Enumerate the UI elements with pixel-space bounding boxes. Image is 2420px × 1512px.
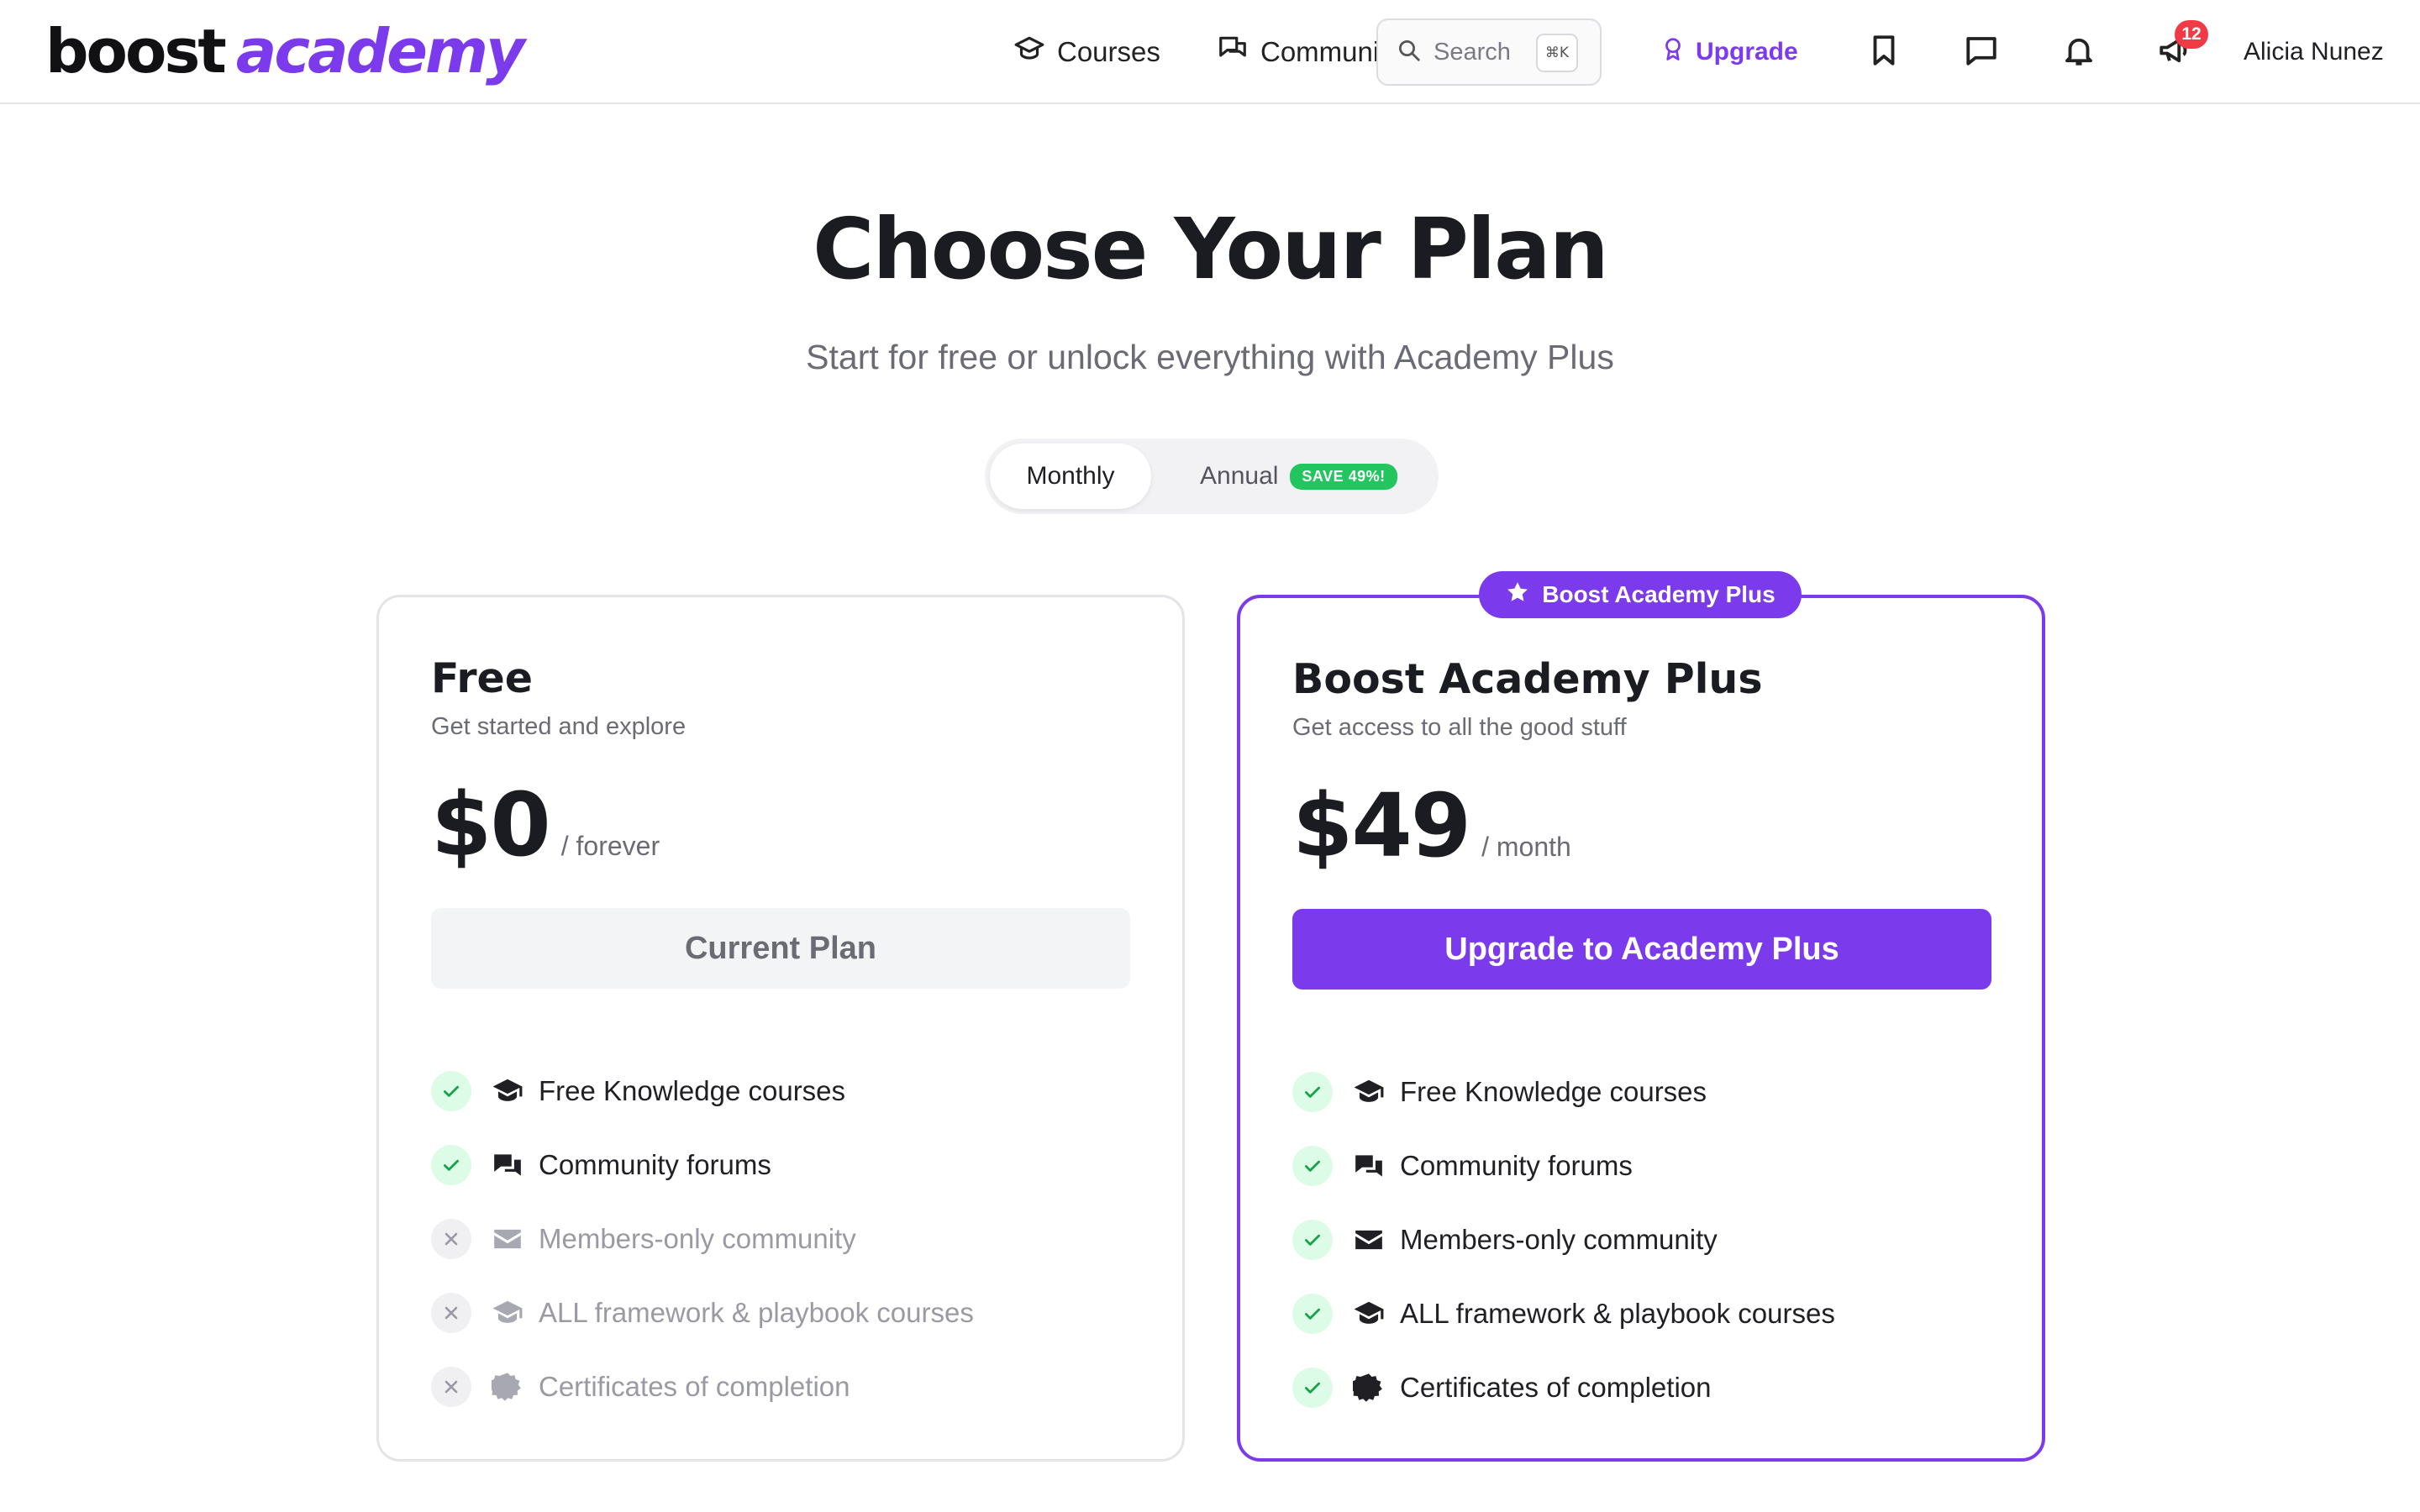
certificate-icon xyxy=(1351,1370,1386,1405)
feature-row: Community forums xyxy=(1292,1129,1998,1203)
billing-option-annual[interactable]: Annual SAVE 49%! xyxy=(1200,444,1397,509)
annual-label: Annual xyxy=(1200,462,1279,490)
plan-name: Free xyxy=(431,654,533,702)
x-icon xyxy=(431,1293,471,1333)
x-icon xyxy=(431,1219,471,1259)
feature-row: Members-only community xyxy=(431,1202,1137,1276)
logo-word-boost: boost xyxy=(45,16,227,87)
search-icon xyxy=(1397,38,1422,67)
upgrade-to-plus-button[interactable]: Upgrade to Academy Plus xyxy=(1292,909,1991,990)
feature-row: Free Knowledge courses xyxy=(431,1054,1137,1128)
monthly-label: Monthly xyxy=(990,444,1151,509)
feature-label: Members-only community xyxy=(1400,1224,1718,1255)
price-period: / month xyxy=(1481,832,1571,862)
messages-button[interactable] xyxy=(1956,27,2007,77)
price-amount: $0 xyxy=(431,774,551,876)
feature-label: ALL framework & playbook courses xyxy=(1400,1298,1835,1329)
price-period: / forever xyxy=(560,831,660,861)
feature-label: ALL framework & playbook courses xyxy=(539,1297,974,1328)
plan-name: Boost Academy Plus xyxy=(1292,655,1763,703)
free-plan-card: Free Get started and explore $0 / foreve… xyxy=(376,595,1185,1462)
x-icon xyxy=(431,1367,471,1407)
nav-community-link[interactable]: Community xyxy=(1217,25,1401,79)
upgrade-link[interactable]: Upgrade xyxy=(1660,25,1798,79)
search-shortcut-key: ⌘K xyxy=(1536,34,1578,72)
feature-label: Free Knowledge courses xyxy=(1400,1076,1707,1107)
check-icon xyxy=(1292,1146,1333,1186)
plan-price: $49 / month xyxy=(1292,774,1571,877)
page-subtitle: Start for free or unlock everything with… xyxy=(806,338,1614,376)
nav-courses-label: Courses xyxy=(1057,36,1160,67)
feature-row: ALL framework & playbook courses xyxy=(1292,1277,1998,1351)
plan-price: $0 / forever xyxy=(431,774,660,876)
feature-label: Certificates of completion xyxy=(1400,1372,1712,1403)
check-icon xyxy=(1292,1220,1333,1260)
feature-label: Free Knowledge courses xyxy=(539,1075,846,1106)
upgrade-label: Upgrade xyxy=(1696,38,1798,66)
notifications-button[interactable] xyxy=(2054,27,2104,77)
logo-word-academy: academy xyxy=(235,16,525,87)
graduation-cap-icon xyxy=(1351,1296,1386,1331)
plus-badge-label: Boost Academy Plus xyxy=(1542,581,1776,607)
certificate-icon xyxy=(490,1369,525,1404)
top-nav-bar: boost academy Courses Community Search ⌘… xyxy=(0,0,2420,104)
bell-icon xyxy=(2061,33,2096,72)
check-icon xyxy=(1292,1368,1333,1408)
notification-count-badge: 12 xyxy=(2175,20,2208,49)
feature-label: Community forums xyxy=(539,1149,771,1180)
star-icon xyxy=(1505,580,1530,611)
feature-row: Community forums xyxy=(431,1128,1137,1202)
plus-plan-badge: Boost Academy Plus xyxy=(1479,571,1802,618)
envelope-icon xyxy=(490,1221,525,1257)
graduation-cap-icon xyxy=(1351,1074,1386,1110)
check-icon xyxy=(431,1145,471,1185)
search-box[interactable]: Search ⌘K xyxy=(1376,18,1602,86)
graduation-cap-icon xyxy=(490,1074,525,1109)
current-plan-button[interactable]: Current Plan xyxy=(431,908,1130,989)
graduation-cap-icon xyxy=(490,1295,525,1331)
feature-row: Members-only community xyxy=(1292,1203,1998,1277)
bookmark-icon xyxy=(1866,33,1902,72)
check-icon xyxy=(1292,1072,1333,1112)
search-placeholder: Search xyxy=(1434,38,1511,66)
plan-tagline: Get started and explore xyxy=(431,713,687,740)
envelope-icon xyxy=(1351,1222,1386,1257)
feature-row: Certificates of completion xyxy=(1292,1351,1998,1425)
feature-row: Certificates of completion xyxy=(431,1350,1137,1424)
feature-list: Free Knowledge courses Community forums Me… xyxy=(431,1054,1137,1424)
feature-list: Free Knowledge courses Community forums Me… xyxy=(1292,1055,1998,1425)
award-icon xyxy=(1660,36,1686,68)
page-title: Choose Your Plan xyxy=(813,200,1609,298)
feature-label: Community forums xyxy=(1400,1150,1633,1181)
feature-row: Free Knowledge courses xyxy=(1292,1055,1998,1129)
chat-bubbles-icon xyxy=(490,1147,525,1183)
chat-bubbles-icon xyxy=(1217,33,1249,71)
chat-bubbles-icon xyxy=(1351,1148,1386,1184)
feature-label: Certificates of completion xyxy=(539,1371,850,1402)
plan-tagline: Get access to all the good stuff xyxy=(1292,714,1627,741)
boost-academy-logo[interactable]: boost academy xyxy=(45,5,525,97)
feature-label: Members-only community xyxy=(539,1223,856,1254)
message-icon xyxy=(1964,33,1999,72)
feature-row: ALL framework & playbook courses xyxy=(431,1276,1137,1350)
check-icon xyxy=(1292,1294,1333,1334)
plus-plan-card: Boost Academy Plus Get access to all the… xyxy=(1237,595,2045,1462)
billing-period-toggle: Monthly Annual SAVE 49%! xyxy=(985,438,1439,514)
user-menu[interactable]: Alicia Nunez xyxy=(2244,25,2384,79)
graduation-cap-icon xyxy=(1013,33,1045,71)
price-amount: $49 xyxy=(1292,774,1471,877)
bookmarks-button[interactable] xyxy=(1859,27,1909,77)
check-icon xyxy=(431,1071,471,1111)
annual-savings-badge: SAVE 49%! xyxy=(1290,463,1397,490)
nav-courses-link[interactable]: Courses xyxy=(1013,25,1160,79)
